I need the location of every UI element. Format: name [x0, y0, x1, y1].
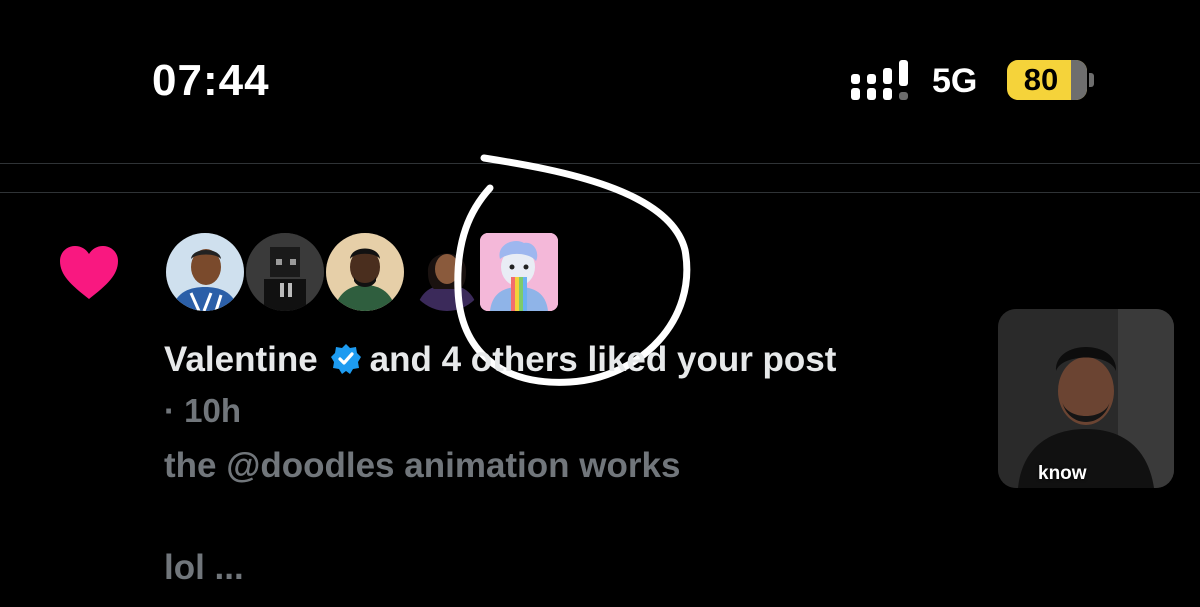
notification-rest: and 4 others liked your post — [369, 340, 837, 379]
thumbnail-caption: know — [1038, 463, 1087, 484]
notification-headline[interactable]: Valentine and 4 others liked your post — [164, 340, 836, 380]
avatar-woman-purple-hoodie[interactable] — [408, 233, 486, 311]
avatar-doodles-nft[interactable] — [480, 233, 558, 311]
post-text-line-2[interactable]: lol ... — [164, 548, 244, 588]
post-thumbnail[interactable]: know — [998, 309, 1174, 488]
battery-icon: 80 — [1007, 60, 1097, 100]
heart-icon — [60, 246, 118, 299]
network-type: 5G — [932, 62, 978, 100]
signal-icon — [851, 60, 908, 100]
status-time: 07:44 — [152, 56, 270, 105]
divider — [0, 163, 1200, 164]
post-text-line-1[interactable]: the @doodles animation works — [164, 446, 680, 486]
avatar-man-green-hoodie[interactable] — [326, 233, 404, 311]
verified-badge-icon — [330, 344, 361, 374]
avatar-cartoon-man[interactable] — [166, 233, 244, 311]
divider — [0, 192, 1200, 193]
notification-timestamp: · 10h — [164, 392, 242, 429]
battery-level: 80 — [1023, 62, 1059, 97]
avatar-pixel-character[interactable] — [246, 233, 324, 311]
user-name[interactable]: Valentine — [164, 340, 318, 379]
